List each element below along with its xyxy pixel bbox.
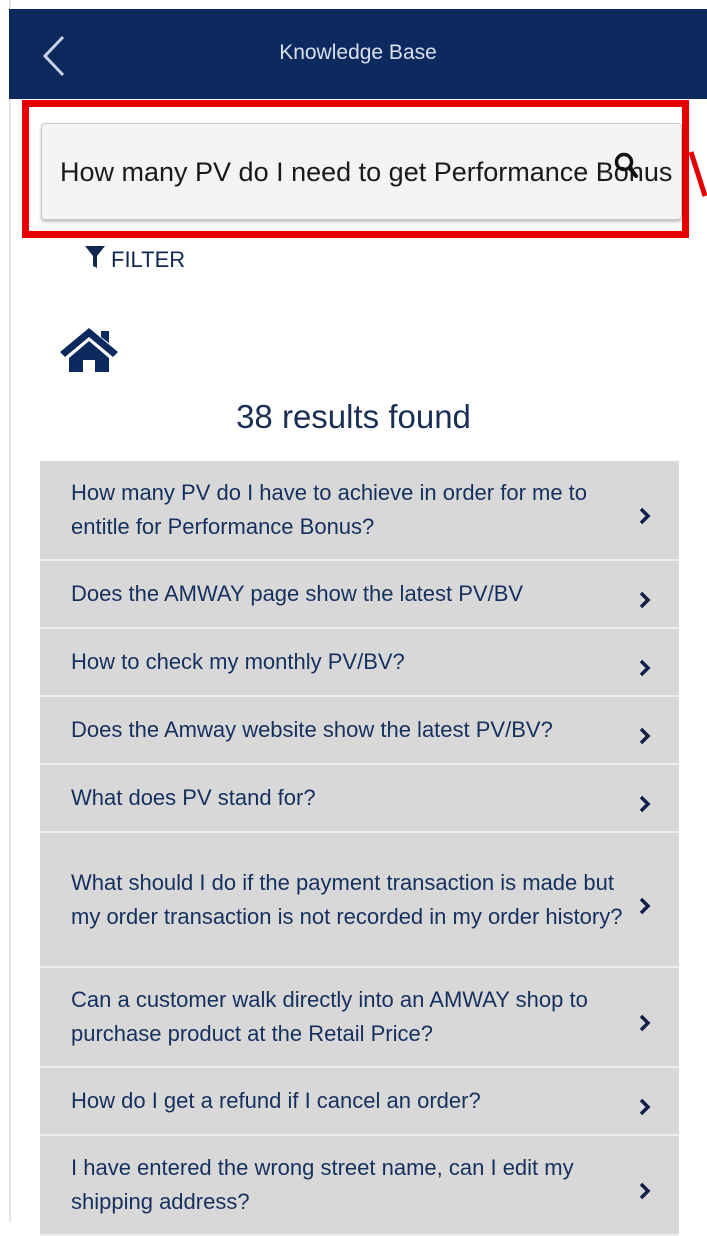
chevron-right-icon bbox=[639, 891, 651, 914]
chevron-right-icon bbox=[639, 501, 651, 525]
search-box bbox=[41, 123, 682, 220]
chevron-right-icon bbox=[639, 721, 651, 745]
list-item[interactable]: Can a customer walk directly into an AMW… bbox=[40, 968, 679, 1068]
annotation-arrow-tail bbox=[688, 150, 707, 200]
list-item-label: How to check my monthly PV/BV? bbox=[71, 649, 405, 674]
list-item[interactable]: I have entered the wrong street name, ca… bbox=[40, 1136, 679, 1236]
left-edge-divider bbox=[9, 0, 11, 1222]
chevron-right-icon bbox=[639, 1176, 651, 1200]
chevron-right-icon bbox=[639, 1092, 651, 1116]
list-item-label: What should I do if the payment transact… bbox=[71, 869, 623, 929]
filter-label: FILTER bbox=[111, 247, 186, 272]
list-item[interactable]: How many PV do I have to achieve in orde… bbox=[40, 461, 679, 561]
chevron-right-icon bbox=[639, 789, 651, 813]
chevron-right-icon bbox=[639, 653, 651, 677]
list-item[interactable]: Does the Amway website show the latest P… bbox=[40, 697, 679, 765]
app-header: Knowledge Base bbox=[9, 9, 707, 99]
list-item[interactable]: How do I get a refund if I cancel an ord… bbox=[40, 1068, 679, 1136]
list-item[interactable]: Does the AMWAY page show the latest PV/B… bbox=[40, 561, 679, 629]
list-item[interactable]: What should I do if the payment transact… bbox=[40, 833, 679, 968]
list-item-label: How many PV do I have to achieve in orde… bbox=[71, 480, 588, 539]
list-item-label: What does PV stand for? bbox=[71, 785, 316, 810]
filter-icon bbox=[85, 245, 105, 275]
list-item-label: I have entered the wrong street name, ca… bbox=[71, 1155, 574, 1214]
list-item-label: How do I get a refund if I cancel an ord… bbox=[71, 1088, 481, 1113]
search-icon[interactable] bbox=[614, 152, 640, 182]
chevron-right-icon bbox=[639, 585, 651, 609]
page-title: Knowledge Base bbox=[279, 41, 437, 64]
list-item-label: Does the AMWAY page show the latest PV/B… bbox=[71, 581, 524, 606]
results-count: 38 results found bbox=[236, 398, 471, 435]
list-item-label: Does the Amway website show the latest P… bbox=[71, 717, 553, 742]
chevron-right-icon bbox=[639, 1008, 651, 1032]
results-list: How many PV do I have to achieve in orde… bbox=[40, 461, 679, 1236]
search-input[interactable] bbox=[60, 150, 672, 194]
filter-button[interactable]: FILTER bbox=[85, 244, 185, 276]
list-item[interactable]: How to check my monthly PV/BV? bbox=[40, 629, 679, 697]
list-item-label: Can a customer walk directly into an AMW… bbox=[71, 987, 588, 1046]
list-item[interactable]: What does PV stand for? bbox=[40, 765, 679, 833]
home-icon[interactable] bbox=[58, 326, 120, 374]
